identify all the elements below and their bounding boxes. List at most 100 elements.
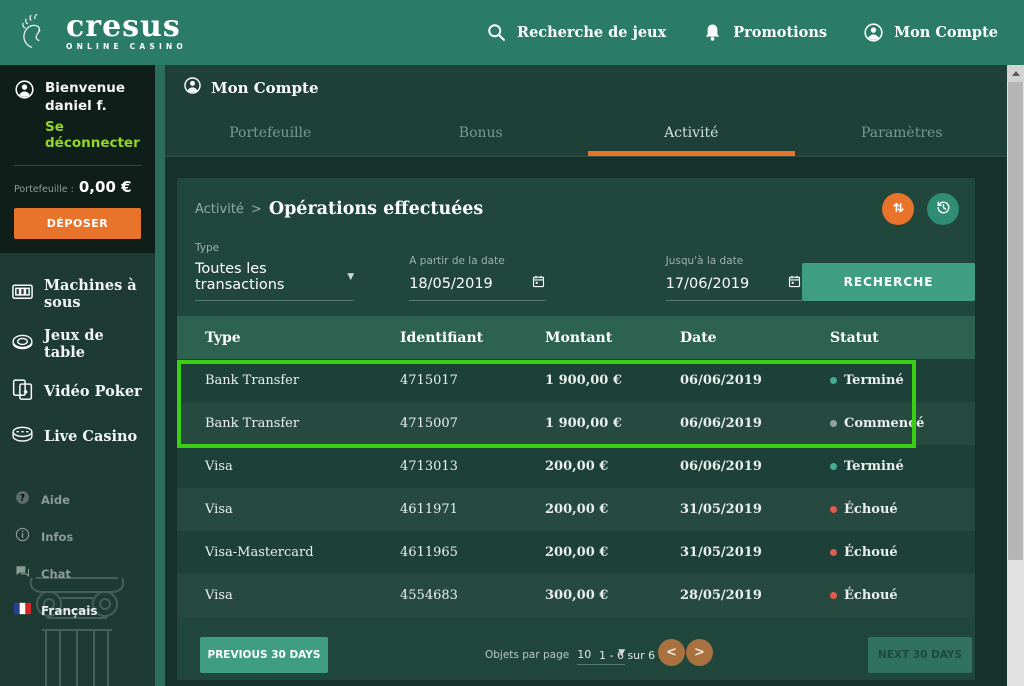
sidebar-item-label: Machines à sous [44,277,145,311]
status-label: Échoué [844,545,898,560]
next-page-button[interactable]: > [686,639,713,666]
table-row[interactable]: Visa4713013200,00 €06/06/2019Terminé [177,445,975,488]
sidebar-divider [14,165,141,166]
sidebar-item-live-casino[interactable]: Live Casino [0,414,155,459]
calendar-icon[interactable] [531,274,546,293]
cell-identifiant: 4715017 [400,373,545,388]
cresus-logo[interactable]: cresus ONLINE CASINO [12,10,187,56]
deposit-button[interactable]: DÉPOSER [14,208,141,239]
cell-date: 06/06/2019 [680,373,830,388]
slot-machine-icon [10,280,35,309]
status-dot-icon [830,377,837,384]
chevron-left-icon: < [666,645,677,660]
column-header-montant: Montant [545,330,680,346]
sidebar: Bienvenue daniel f. Se déconnecter Porte… [0,65,155,686]
sidebar-item-machines-a-sous[interactable]: Machines à sous [0,269,155,319]
type-filter-select[interactable]: Toutes les transactions ▼ [195,261,354,301]
cell-identifiant: 4715007 [400,416,545,431]
to-date-input[interactable]: 17/06/2019 [666,274,802,301]
previous-page-button[interactable]: < [658,639,685,666]
history-button[interactable] [927,193,959,225]
column-header-type: Type [205,330,400,346]
to-date-label: Jusqu'à la date [666,255,802,267]
account-user-icon [183,76,202,99]
cell-type: Bank Transfer [205,373,400,388]
tab-portefeuille[interactable]: Portefeuille [165,110,376,156]
logo-subtitle: ONLINE CASINO [66,42,187,51]
calendar-icon[interactable] [787,274,802,293]
status-dot-icon [830,506,837,513]
type-filter: Type Toutes les transactions ▼ [195,242,354,301]
tab-bonus[interactable]: Bonus [376,110,587,156]
page: cresus ONLINE CASINO Recherche de jeux Pr… [0,0,1024,686]
sidebar-item-aide[interactable]: ? Aide [0,481,155,518]
breadcrumb-separator: > [251,202,262,217]
sidebar-item-label: Aide [41,493,70,507]
status-label: Terminé [844,373,904,388]
sidebar-item-video-poker[interactable]: Vidéo Poker [0,369,155,414]
cell-montant: 200,00 € [545,502,680,517]
nav-item-promotions[interactable]: Promotions [702,22,827,43]
vertical-scrollbar[interactable] [1007,65,1024,686]
column-header-identifiant: Identifiant [400,330,545,346]
sidebar-item-jeux-de-table[interactable]: Jeux de table [0,319,155,369]
logout-link[interactable]: Se déconnecter [45,119,141,151]
bell-icon [702,22,723,43]
table-games-icon [10,330,35,359]
svg-text:?: ? [20,493,25,503]
table-row[interactable]: Bank Transfer47150071 900,00 €06/06/2019… [177,402,975,445]
scrollbar-thumb[interactable] [1008,82,1023,560]
account-tabs: PortefeuilleBonusActivitéParamètres [165,110,1007,157]
cell-identifiant: 4611965 [400,545,545,560]
pagination-range: 1 - 6 sur 6 [599,649,655,662]
cell-date: 31/05/2019 [680,545,830,560]
nav-item-mon-compte[interactable]: Mon Compte [863,22,998,43]
sidebar-item-label: Infos [41,530,73,544]
table-header-row: TypeIdentifiantMontantDateStatut [177,316,975,359]
greek-column-illustration [22,560,132,686]
table-row[interactable]: Bank Transfer47150171 900,00 €06/06/2019… [177,359,975,402]
tab-activite[interactable]: Activité [586,110,797,156]
previous-30-days-button[interactable]: PREVIOUS 30 DAYS [200,637,328,673]
nav-item-label: Mon Compte [894,24,998,41]
top-header: cresus ONLINE CASINO Recherche de jeux Pr… [0,0,1024,65]
cell-montant: 200,00 € [545,545,680,560]
chevron-down-icon: ▼ [347,272,354,282]
breadcrumb-section[interactable]: Activité [195,202,244,217]
per-page-label: Objets par page [485,649,569,661]
from-date-input[interactable]: 18/05/2019 [409,274,545,301]
sidebar-menu: Machines à sous Jeux de table Vidéo PokerL… [0,253,155,459]
activity-content: Activité > Opérations effectuées [165,157,1007,686]
pagination-bar: PREVIOUS 30 DAYS Objets par page 10 ▼ 1 … [177,636,975,676]
type-filter-value: Toutes les transactions [195,261,339,293]
transactions-sort-button[interactable] [882,193,914,225]
table-row[interactable]: Visa4554683300,00 €28/05/2019Échoué [177,574,975,617]
search-button[interactable]: RECHERCHE [802,263,975,301]
per-page-value: 10 [577,648,591,661]
from-date-filter: A partir de la date 18/05/2019 [409,255,545,301]
page-title: Opérations effectuées [269,199,483,219]
tab-parametres[interactable]: Paramètres [797,110,1008,156]
table-row[interactable]: Visa4611971200,00 €31/05/2019Échoué [177,488,975,531]
status-label: Commencé [844,416,924,431]
cell-identifiant: 4713013 [400,459,545,474]
breadcrumb: Activité > Opérations effectuées [177,178,975,238]
status-dot-icon [830,463,837,470]
status-dot-icon [830,549,837,556]
table-row[interactable]: Visa-Mastercard4611965200,00 €31/05/2019… [177,531,975,574]
account-title: Mon Compte [211,79,319,97]
sidebar-item-infos[interactable]: Infos [0,518,155,555]
scrollbar-up-button[interactable] [1007,65,1024,82]
info-icon [14,526,31,547]
column-header-date: Date [680,330,830,346]
cell-type: Visa [205,459,400,474]
cell-type: Visa-Mastercard [205,545,400,560]
next-30-days-button: NEXT 30 DAYS [868,637,972,673]
sidebar-user-block: Bienvenue daniel f. Se déconnecter Porte… [0,65,155,253]
from-date-value: 18/05/2019 [409,276,493,292]
scroll-up-arrow-icon [1012,71,1020,76]
filters-bar: Type Toutes les transactions ▼ A partir … [177,238,975,301]
sidebar-item-label: Jeux de table [44,327,145,361]
transactions-table: TypeIdentifiantMontantDateStatut Bank Tr… [177,316,975,617]
nav-item-recherche-de-jeux[interactable]: Recherche de jeux [486,22,666,43]
